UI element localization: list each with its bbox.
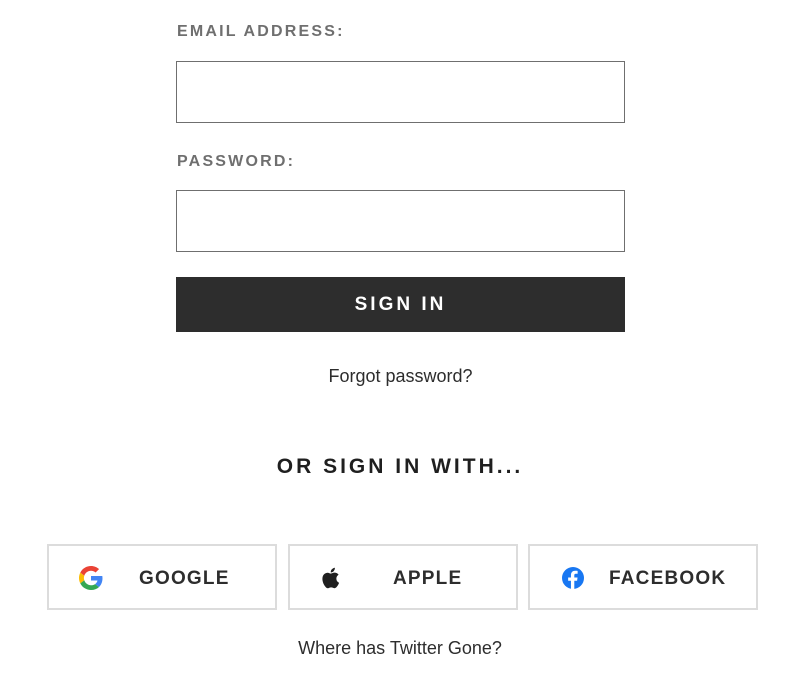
google-sign-in-button[interactable]: GOOGLE	[47, 544, 277, 610]
password-label: PASSWORD:	[177, 153, 296, 170]
facebook-button-label: FACEBOOK	[609, 568, 727, 589]
facebook-icon	[562, 567, 584, 589]
sign-in-button[interactable]: SIGN IN	[176, 277, 625, 332]
google-icon	[79, 566, 103, 590]
password-input[interactable]	[176, 190, 625, 252]
apple-button-label: APPLE	[393, 568, 463, 589]
facebook-sign-in-button[interactable]: FACEBOOK	[528, 544, 758, 610]
google-button-label: GOOGLE	[139, 568, 230, 589]
email-label: EMAIL ADDRESS:	[177, 23, 345, 40]
where-has-twitter-gone-link[interactable]: Where has Twitter Gone?	[0, 637, 800, 659]
forgot-password-link[interactable]: Forgot password?	[176, 365, 625, 387]
apple-icon	[322, 567, 340, 589]
apple-sign-in-button[interactable]: APPLE	[288, 544, 518, 610]
social-sign-in-heading: OR SIGN IN WITH...	[276, 455, 524, 478]
email-input[interactable]	[176, 61, 625, 123]
